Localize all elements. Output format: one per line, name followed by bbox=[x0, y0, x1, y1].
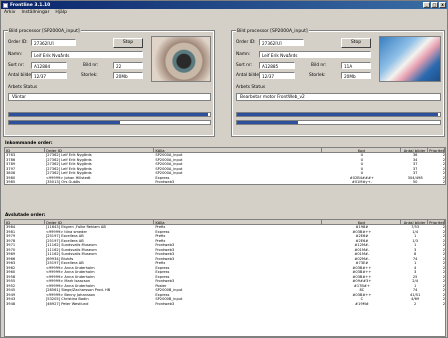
status-label: Arbets Status bbox=[236, 85, 266, 90]
bild-label: Bild nr: bbox=[83, 63, 99, 68]
menu-bar: Arkiv Inställningar Hjälp bbox=[1, 9, 447, 16]
column-header[interactable]: ID bbox=[5, 148, 45, 152]
order-id-field: 27362[U] bbox=[31, 39, 76, 46]
column-header[interactable]: ID bbox=[5, 220, 45, 224]
sort-label: Sort nr: bbox=[236, 63, 253, 68]
table-cell: 3948 bbox=[6, 301, 16, 306]
column-header[interactable]: Kod bbox=[322, 148, 402, 152]
column-header[interactable]: Antal bilder bbox=[401, 220, 429, 224]
status-label: Arbets Status bbox=[8, 85, 38, 90]
menu-installningar[interactable]: Inställningar bbox=[21, 10, 49, 15]
order-id-label: Order ID: bbox=[236, 40, 256, 45]
bride-photo-thumbnail bbox=[379, 36, 441, 82]
storlek-label: Storlek: bbox=[309, 73, 326, 78]
minimize-button[interactable]: _ bbox=[423, 2, 430, 8]
bild-field: 22 bbox=[113, 62, 143, 69]
storlek-field: 20Mb bbox=[341, 72, 371, 79]
order-id-field: 27362[U] bbox=[259, 39, 304, 46]
stop-button[interactable]: Stop bbox=[341, 38, 371, 48]
column-header[interactable]: Antal bilder bbox=[401, 148, 429, 152]
menu-arkiv[interactable]: Arkiv bbox=[4, 10, 15, 15]
processor-panel-2: Bild processor [SP2000A_input] Order ID:… bbox=[231, 29, 445, 137]
bild-field: 11A bbox=[341, 62, 371, 69]
name-label: Namn: bbox=[236, 52, 251, 57]
table-cell: Frontweb3 bbox=[155, 301, 175, 306]
finished-orders-table[interactable]: ID Order ID Källa Kod Antal bilder Prioritet 3… bbox=[4, 219, 446, 337]
table-cell: [46927] Peter Westlund bbox=[45, 301, 89, 306]
status-field: Väntar bbox=[8, 93, 211, 101]
column-header[interactable]: Order ID bbox=[45, 220, 155, 224]
progress-bar-1 bbox=[236, 112, 441, 117]
sort-field: A12885 bbox=[259, 62, 295, 69]
app-window: Frontline 3.1.10 _ □ x Arkiv Inställning… bbox=[0, 0, 448, 338]
storlek-field: 20Mb bbox=[113, 72, 143, 79]
order-id-label: Order ID: bbox=[8, 40, 28, 45]
sort-label: Sort nr: bbox=[8, 63, 25, 68]
column-header[interactable]: Prioritet bbox=[428, 220, 445, 224]
title-bar[interactable]: Frontline 3.1.10 _ □ x bbox=[1, 1, 447, 9]
progress-bar-2 bbox=[236, 120, 441, 125]
table-cell: #19M# bbox=[355, 301, 369, 306]
column-header[interactable]: Order ID bbox=[45, 148, 155, 152]
table-cell: 2 bbox=[413, 301, 417, 306]
incoming-orders-table[interactable]: ID Order ID Källa Kod Antal bilder Prioritet 3… bbox=[4, 147, 446, 185]
column-header[interactable]: Prioritet bbox=[428, 148, 445, 152]
table-cell: 2 bbox=[442, 301, 445, 306]
storlek-label: Storlek: bbox=[81, 73, 98, 78]
antal-field: 12/37 bbox=[31, 72, 67, 79]
progress-bar-1 bbox=[8, 112, 211, 117]
column-header[interactable]: Källa bbox=[154, 220, 322, 224]
table-cell: [35013] Örs Gubås bbox=[45, 180, 80, 184]
incoming-orders-title: Inkommande order: bbox=[5, 141, 53, 146]
progress-bar-2 bbox=[8, 120, 211, 125]
processor-1-title: Bild processor [SP2000A_input] bbox=[8, 29, 81, 34]
table-cell: 3985 bbox=[6, 180, 16, 184]
window-title: Frontline 3.1.10 bbox=[10, 2, 51, 8]
table-row[interactable]: 3948 [46927] Peter Westlund Frontweb3 #19M#… bbox=[5, 302, 445, 307]
table-cell: 2 bbox=[442, 180, 445, 184]
antal-field: 12/37 bbox=[259, 72, 295, 79]
processor-panel-1: Bild processor [SP2000A_input] Order ID:… bbox=[3, 29, 215, 137]
table-cell: Frontweb3 bbox=[155, 180, 175, 184]
column-header[interactable]: Kod bbox=[322, 220, 402, 224]
bild-label: Bild nr: bbox=[311, 63, 327, 68]
finished-orders-title: Avslutade order: bbox=[5, 213, 46, 218]
column-header[interactable]: Källa bbox=[154, 148, 322, 152]
name-label: Namn: bbox=[8, 52, 23, 57]
table-cell: 50 bbox=[412, 180, 418, 184]
close-button[interactable]: x bbox=[439, 2, 446, 8]
name-field: Leif Erik Nygårds bbox=[31, 51, 143, 58]
app-icon bbox=[3, 2, 8, 8]
menu-hjalp[interactable]: Hjälp bbox=[55, 10, 67, 15]
table-row[interactable]: 3985 [35013] Örs Gubås Frontweb3 #01M#y+- 50… bbox=[5, 180, 445, 184]
maximize-button[interactable]: □ bbox=[431, 2, 438, 8]
stop-button[interactable]: Stop bbox=[113, 38, 143, 48]
status-field: Bearbetar motor FrontWeb_v2 bbox=[236, 93, 441, 101]
table-cell: #01M#y+- bbox=[351, 180, 372, 184]
name-field: Leif Erik Nygårds bbox=[259, 51, 371, 58]
processor-2-title: Bild processor [SP2000A_input] bbox=[236, 29, 309, 34]
eye-photo-thumbnail bbox=[151, 36, 211, 82]
sort-field: A12884 bbox=[31, 62, 67, 69]
